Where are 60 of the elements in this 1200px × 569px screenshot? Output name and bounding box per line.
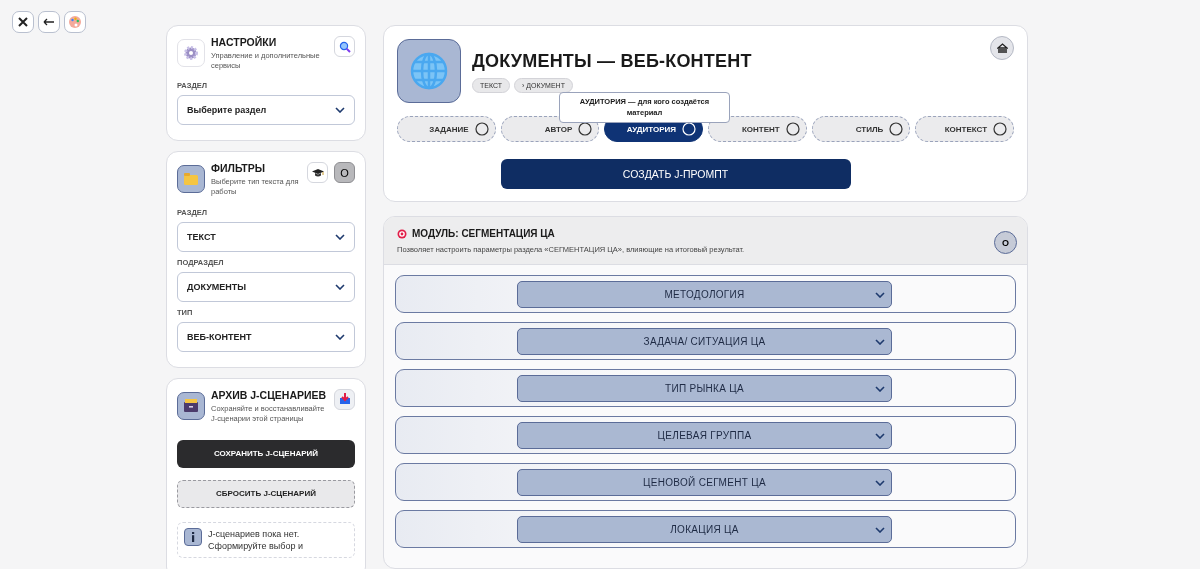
chevron-down-icon [335, 233, 345, 240]
step-tab[interactable]: СТИЛЬ [811, 116, 911, 142]
info-icon [184, 527, 202, 546]
create-prompt-button[interactable]: СОЗДАТЬ J-ПРОМПТ [500, 159, 851, 189]
chevron-down-icon [875, 479, 885, 486]
graduation-cap-button[interactable] [307, 162, 328, 184]
folder-icon [177, 165, 205, 194]
card-title: ФИЛЬТРЫ [211, 162, 267, 175]
chevron-down-icon [875, 385, 885, 392]
chevron-down-icon [875, 526, 885, 533]
close-button[interactable] [12, 11, 34, 33]
radio-circle-icon [993, 122, 1008, 136]
filter-select[interactable]: ВЕБ-КОНТЕНТ [177, 321, 355, 352]
chevron-down-icon [875, 291, 885, 298]
gear-icon [177, 39, 205, 67]
card-title: АРХИВ J-СЦЕНАРИЕВ [211, 388, 328, 401]
search-button[interactable] [334, 36, 355, 57]
radio-circle-icon [785, 122, 800, 136]
search-icon [338, 40, 351, 53]
globe-icon [397, 39, 461, 103]
chevron-down-icon [335, 107, 345, 114]
save-scenario-button[interactable]: СОХРАНИТЬ J-СЦЕНАРИЙ [177, 439, 355, 468]
page-title: ДОКУМЕНТЫ — ВЕБ-КОНТЕНТ [472, 51, 753, 72]
graduation-cap-icon [311, 167, 324, 178]
filter-select[interactable]: ДОКУМЕНТЫ [177, 271, 355, 302]
step-tab[interactable]: КОНТЕНТ [708, 116, 807, 142]
toggle-button[interactable]: O [334, 162, 355, 184]
radio-circle-icon [889, 122, 904, 136]
radio-circle-icon [682, 122, 696, 136]
download-button[interactable] [334, 388, 355, 410]
chevron-down-icon [875, 432, 885, 439]
arrow-left-icon [43, 18, 55, 26]
section-dropdown[interactable]: ТИП РЫНКА ЦА [517, 374, 892, 402]
filter-select[interactable]: ТЕКСТ [177, 221, 355, 252]
close-icon [17, 16, 29, 28]
palette-icon [68, 15, 82, 29]
step-tab[interactable]: ЗАДАНИЕ [397, 116, 496, 142]
chevron-down-icon [335, 283, 345, 290]
chevron-down-icon [875, 338, 885, 345]
section-dropdown[interactable]: ЛОКАЦИЯ ЦА [517, 515, 892, 543]
reset-scenario-button[interactable]: СБРОСИТЬ J-СЦЕНАРИЙ [177, 479, 355, 508]
section-dropdown[interactable]: ЗАДАЧА/ СИТУАЦИЯ ЦА [517, 327, 892, 355]
target-icon [397, 228, 407, 239]
module-title: МОДУЛЬ: СЕГМЕНТАЦИЯ ЦА [412, 228, 555, 239]
toggle-button[interactable]: O [994, 231, 1017, 254]
info-text: J-сценариев пока нет. Сформируйте выбор и [208, 527, 305, 553]
section-dropdown[interactable]: ЦЕЛЕВАЯ ГРУППА [517, 421, 892, 449]
radio-circle-icon [474, 122, 489, 136]
archive-icon [177, 391, 205, 420]
section-dropdown[interactable]: ЦЕНОВОЙ СЕГМЕНТ ЦА [517, 468, 892, 496]
back-button[interactable] [38, 11, 60, 33]
radio-circle-icon [578, 122, 593, 136]
eject-icon [996, 43, 1008, 53]
section-select[interactable]: Выберите раздел [177, 95, 355, 126]
chevron-down-icon [335, 333, 345, 340]
card-title: НАСТРОЙКИ [211, 36, 278, 48]
collapse-button[interactable] [990, 36, 1014, 60]
download-icon [338, 393, 351, 405]
section-dropdown[interactable]: МЕТОДОЛОГИЯ [517, 280, 892, 308]
step-tab[interactable]: КОНТЕКСТ [915, 116, 1015, 142]
